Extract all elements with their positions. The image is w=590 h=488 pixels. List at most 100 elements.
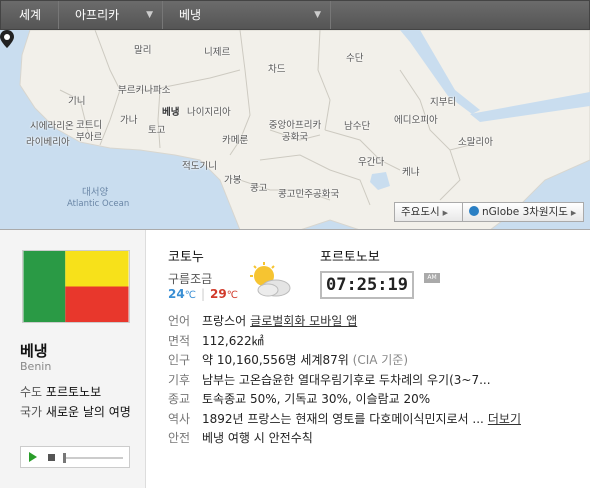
map-label-togo: 토고: [148, 125, 166, 136]
nglobe-3d-button[interactable]: nGlobe 3차원지도 ▶: [462, 202, 584, 222]
breadcrumb: 세계 아프리카 ▼ 베냉 ▼: [0, 0, 590, 30]
info-row-climate: 기후 남부는 고온습윤한 열대우림기후로 두차례의 우기(3~7...: [168, 371, 588, 391]
partly-cloudy-icon: [250, 262, 291, 297]
map-label-atlantic-ko: 대서양: [82, 187, 109, 198]
anthem-player: [20, 446, 130, 468]
capital-key: 수도: [20, 385, 43, 399]
breadcrumb-item-world[interactable]: 세계: [1, 1, 59, 29]
nglobe-label: nGlobe 3차원지도: [482, 206, 568, 218]
info-row-history: 역사 1892년 프랑스는 현재의 영토를 다호메이식민지로서 ... 더보기: [168, 410, 588, 430]
ampm-badge: AM: [424, 273, 440, 283]
stop-icon[interactable]: [48, 454, 55, 461]
info-key: 역사: [168, 411, 191, 426]
info-list: 언어 프랑스어 글로벌회화 모바일 앱 면적 112,622㎢ 인구 약 10,160,…: [168, 312, 588, 449]
map-label-benin: 베냉: [162, 107, 180, 118]
anthem-value: 새로운 날의 여명: [45, 405, 131, 419]
info-source: (CIA 기준): [352, 353, 409, 367]
map-label-sudan: 수단: [346, 53, 364, 64]
map-label-car: 중앙아프리카공화국: [268, 120, 322, 143]
anthem-key: 국가: [20, 405, 43, 419]
africa-map[interactable]: 말리 니제르 수단 차드 부르키나파소 기니 베냉 나이지리아 시에라리온 라이…: [0, 30, 590, 230]
info-row-religion: 종교 토속종교 50%, 기독교 30%, 이슬람교 20%: [168, 390, 588, 410]
map-label-ghana: 가나: [120, 115, 138, 126]
play-icon[interactable]: [29, 452, 37, 462]
map-label-guinea: 기니: [68, 96, 86, 107]
map-label-mali: 말리: [134, 45, 152, 56]
info-key: 기후: [168, 372, 191, 387]
info-value: 112,622㎢: [202, 333, 264, 348]
map-label-drc: 콩고민주공화국: [278, 189, 340, 200]
info-row-language: 언어 프랑스어 글로벌회화 모바일 앱: [168, 312, 588, 332]
temp-unit: ℃: [226, 290, 238, 301]
info-key: 면적: [168, 333, 191, 348]
map-label-south-sudan: 남수단: [344, 121, 371, 132]
info-value: 약 10,160,556명 세계87위: [202, 353, 349, 367]
map-label-sierra-leone: 시에라리온: [30, 121, 74, 132]
info-key: 인구: [168, 353, 191, 367]
map-label-kenya: 케냐: [402, 167, 420, 178]
capital-line: 수도 포르토노보: [20, 383, 101, 400]
chevron-down-icon[interactable]: ▼: [314, 1, 321, 29]
weather-city: 코토누: [168, 250, 204, 265]
map-label-somalia: 소말리아: [458, 137, 493, 148]
breadcrumb-item-benin[interactable]: 베냉 ▼: [161, 1, 331, 29]
breadcrumb-label: 세계: [19, 8, 42, 22]
more-link[interactable]: 더보기: [488, 412, 521, 426]
caret-right-icon: ▶: [442, 209, 449, 217]
globe-icon: [469, 206, 479, 216]
map-label-cameroon: 카메룬: [222, 135, 249, 146]
breadcrumb-label: 아프리카: [75, 8, 120, 22]
country-details: 코토누 구름조금 24℃ | 29℃ 포르토노보 07:25:19 AM 언어 프랑스…: [168, 230, 588, 488]
weather-temps: 24℃ | 29℃: [168, 287, 238, 301]
map-label-gabon: 가봉: [224, 175, 242, 186]
info-row-area: 면적 112,622㎢: [168, 332, 588, 352]
anthem-line: 국가 새로운 날의 여명: [20, 403, 132, 421]
info-value: 1892년 프랑스는 현재의 영토를 다호메이식민지로서 ...: [202, 411, 484, 426]
country-name-en: Benin: [20, 360, 52, 373]
map-label-liberia: 라이베리아: [26, 137, 70, 148]
map-label-djibouti: 지부티: [430, 97, 457, 108]
chevron-down-icon[interactable]: ▼: [146, 1, 153, 29]
map-label-nigeria: 나이지리아: [187, 107, 231, 118]
map-label-ethiopia: 에디오피아: [394, 115, 438, 126]
info-key: 종교: [168, 392, 191, 406]
info-row-population: 인구 약 10,160,556명 세계87위 (CIA 기준): [168, 351, 588, 371]
local-time-clock: 07:25:19: [320, 271, 414, 299]
major-cities-button[interactable]: 주요도시 ▶: [394, 202, 464, 222]
map-label-burkina: 부르키나파소: [118, 85, 171, 96]
breadcrumb-label: 베냉: [179, 8, 202, 22]
breadcrumb-divider: [330, 1, 331, 29]
country-summary: 베냉 Benin 수도 포르토노보 국가 새로운 날의 여명: [0, 230, 146, 488]
country-info-panel: 베냉 Benin 수도 포르토노보 국가 새로운 날의 여명 코토누 구름조금 …: [0, 230, 590, 488]
temp-divider: |: [200, 287, 205, 301]
breadcrumb-item-africa[interactable]: 아프리카 ▼: [57, 1, 163, 29]
map-label-cote: 코트디부아르: [76, 120, 103, 143]
location-pin-icon[interactable]: [0, 30, 14, 48]
map-label-eq-guinea: 적도기니: [182, 161, 217, 172]
clock-city: 포르토노보: [320, 250, 380, 265]
temp-low: 24: [168, 287, 185, 301]
info-key: 안전: [168, 431, 191, 445]
temp-unit: ℃: [184, 290, 196, 301]
info-value: 남부는 고온습윤한 열대우림기후로 두차례의 우기(3~7...: [202, 372, 491, 387]
info-row-safety: 안전 베냉 여행 시 안전수칙: [168, 429, 588, 449]
weather-description: 구름조금: [168, 272, 213, 286]
map-label-chad: 차드: [268, 64, 286, 75]
safety-link[interactable]: 베냉 여행 시 안전수칙: [202, 431, 313, 445]
temp-high: 29: [209, 287, 227, 301]
info-value: 프랑스어: [202, 314, 247, 328]
info-key: 언어: [168, 314, 191, 328]
info-value: 토속종교 50%, 기독교 30%, 이슬람교 20%: [202, 392, 431, 406]
conversation-app-link[interactable]: 글로벌회화 모바일 앱: [250, 314, 357, 328]
progress-knob[interactable]: [63, 453, 66, 463]
capital-value[interactable]: 포르토노보: [46, 385, 101, 399]
map-label-atlantic-en: Atlantic Ocean: [67, 199, 130, 209]
progress-track[interactable]: [65, 457, 123, 459]
major-cities-label: 주요도시: [401, 206, 440, 218]
caret-right-icon: ▶: [570, 209, 577, 217]
map-label-niger: 니제르: [204, 47, 231, 58]
benin-flag-icon: [22, 250, 130, 323]
map-label-congo: 콩고: [250, 183, 268, 194]
country-name: 베냉: [20, 342, 48, 360]
map-label-uganda: 우간다: [358, 157, 385, 168]
